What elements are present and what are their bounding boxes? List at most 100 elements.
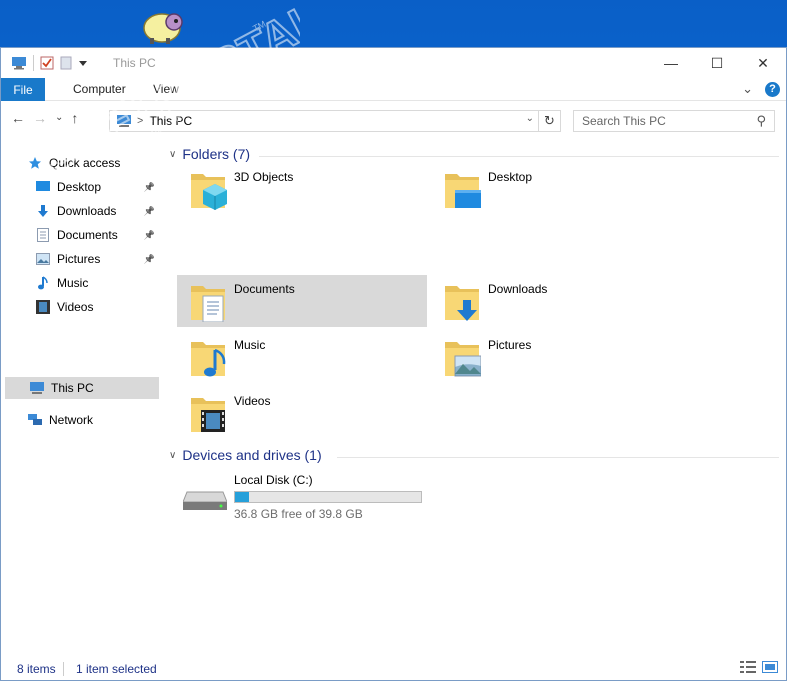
pin-icon[interactable]: 📌 [144, 254, 155, 265]
breadcrumb-this-pc[interactable]: This PC [149, 114, 192, 128]
close-button[interactable]: ✕ [740, 48, 786, 78]
drive-usage-fill [235, 492, 249, 502]
folder-name: Desktop [488, 170, 533, 184]
drive-name: Local Disk (C:) [234, 473, 313, 487]
nav-item-downloads[interactable]: Downloads 📌 [35, 200, 159, 222]
tab-computer[interactable]: Computer [73, 82, 126, 96]
nav-quick-access-label: Quick access [49, 156, 121, 170]
tab-file[interactable]: File [1, 78, 45, 101]
nav-item-music[interactable]: Music [35, 272, 159, 294]
group-divider [337, 457, 779, 458]
drive-local-disk-c[interactable]: Local Disk (C:) 36.8 GB free of 39.8 GB [183, 466, 443, 526]
ribbon-tabs: File Computer View ⌄ ? [1, 78, 786, 101]
title-bar: This PC — ☐ ✕ [1, 48, 786, 78]
nav-item-label: Pictures [57, 252, 101, 266]
devices-header-label: Devices and drives (1) [182, 447, 322, 463]
status-separator [63, 662, 64, 676]
folder-name: 3D Objects [234, 170, 294, 184]
folder-name: Pictures [488, 338, 532, 352]
3d-objects-folder-icon [191, 174, 227, 210]
address-bar[interactable]: > This PC ⌄ ↻ [109, 110, 561, 132]
properties-icon[interactable] [40, 56, 54, 70]
nav-network[interactable]: Network [27, 409, 157, 431]
pin-icon[interactable]: 📌 [144, 206, 155, 217]
nav-item-desktop[interactable]: Desktop 📌 [35, 176, 159, 198]
pictures-icon [35, 251, 51, 267]
help-icon[interactable]: ? [765, 81, 780, 97]
navigation-bar: ← → ⌄ ↑ > This PC ⌄ ↻ Search This PC ⚲ [1, 104, 786, 134]
desktop-icon [35, 179, 51, 195]
folder-music[interactable]: Music [177, 331, 427, 383]
nav-quick-access[interactable]: Quick access [27, 152, 157, 174]
window-title: This PC [113, 56, 156, 70]
customize-toolbar-icon[interactable] [78, 56, 88, 70]
search-box[interactable]: Search This PC ⚲ [573, 110, 775, 132]
downloads-folder-icon [445, 286, 479, 321]
pin-icon[interactable]: 📌 [144, 182, 155, 193]
folders-group-header[interactable]: ∨ Folders (7) [169, 146, 250, 162]
folder-desktop[interactable]: Desktop [431, 163, 681, 215]
music-icon [35, 275, 51, 291]
folder-name: Videos [234, 394, 271, 408]
nav-item-label: Videos [57, 300, 94, 314]
search-icon[interactable]: ⚲ [756, 113, 766, 129]
svg-text:TM: TM [251, 19, 267, 34]
documents-folder-icon [191, 286, 225, 322]
recent-locations-button[interactable]: ⌄ [55, 110, 63, 126]
desktop-folder-icon [445, 174, 481, 208]
folder-documents[interactable]: Documents [177, 275, 427, 327]
nav-item-documents[interactable]: Documents 📌 [35, 224, 159, 246]
folders-header-label: Folders (7) [182, 146, 251, 162]
search-input[interactable]: Search This PC [582, 114, 666, 128]
details-view-icon[interactable] [740, 661, 756, 673]
videos-folder-icon [191, 398, 225, 432]
folder-pictures[interactable]: Pictures [431, 331, 681, 383]
folder-name: Downloads [488, 282, 548, 296]
explorer-window: This PC — ☐ ✕ File Computer View ⌄ ? ← →… [0, 47, 787, 681]
toolbar-separator [33, 55, 34, 71]
group-divider [259, 156, 779, 157]
sheep-logo-icon [143, 13, 183, 44]
nav-item-videos[interactable]: Videos [35, 296, 159, 318]
videos-icon [35, 299, 51, 315]
minimize-button[interactable]: — [648, 48, 694, 78]
status-bar: 8 items 1 item selected [1, 657, 786, 681]
network-icon [27, 412, 43, 428]
folder-3d-objects[interactable]: 3D Objects [177, 163, 427, 215]
refresh-button[interactable]: ↻ [538, 110, 560, 132]
collapse-chevron-icon[interactable]: ∨ [169, 450, 176, 461]
folder-downloads[interactable]: Downloads [431, 275, 681, 327]
hard-drive-icon [183, 491, 227, 510]
nav-item-label: Desktop [57, 180, 102, 194]
tab-view[interactable]: View [153, 82, 179, 96]
maximize-button[interactable]: ☐ [694, 48, 740, 78]
breadcrumb-separator[interactable]: > [137, 115, 143, 127]
quick-access-toolbar [11, 55, 88, 71]
devices-group-header[interactable]: ∨ Devices and drives (1) [169, 447, 322, 463]
nav-this-pc[interactable]: This PC [5, 377, 159, 399]
collapse-chevron-icon[interactable]: ∨ [169, 149, 176, 160]
folder-name: Documents [234, 282, 295, 296]
documents-icon [35, 227, 51, 243]
pin-icon[interactable]: 📌 [144, 230, 155, 241]
forward-button[interactable]: → [33, 110, 47, 126]
nav-item-label: Music [57, 276, 89, 290]
large-icons-view-icon[interactable] [762, 661, 778, 673]
nav-item-label: Downloads [57, 204, 117, 218]
this-pc-address-icon [117, 115, 131, 127]
new-folder-icon[interactable] [60, 56, 72, 70]
folder-videos[interactable]: Videos [177, 387, 427, 439]
drive-usage-bar [234, 491, 422, 503]
drive-free-space: 36.8 GB free of 39.8 GB [234, 507, 363, 521]
pictures-folder-icon [445, 342, 481, 377]
expand-ribbon-icon[interactable]: ⌄ [742, 81, 753, 97]
back-button[interactable]: ← [11, 110, 25, 126]
nav-item-pictures[interactable]: Pictures 📌 [35, 248, 159, 270]
content-pane: ∨ Folders (7) 3D Objects Desktop Documen… [161, 144, 786, 654]
folder-name: Music [234, 338, 266, 352]
downloads-icon [35, 203, 51, 219]
selection-count: 1 item selected [76, 662, 157, 676]
address-dropdown-icon[interactable]: ⌄ [526, 113, 534, 124]
star-icon [27, 155, 43, 171]
up-button[interactable]: ↑ [71, 110, 78, 126]
